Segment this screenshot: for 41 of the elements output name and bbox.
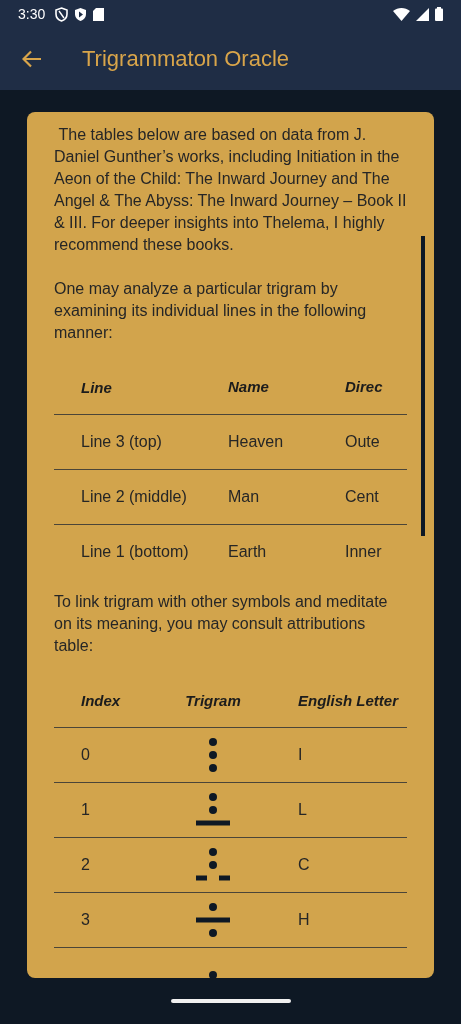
- play-shield-icon: [74, 6, 88, 22]
- trigram-icon: [196, 793, 230, 827]
- column-header: Direc: [345, 378, 383, 395]
- column-header: Name: [228, 378, 269, 395]
- scrollbar[interactable]: [421, 236, 425, 536]
- table-intro: To link trigram with other symbols and meditate on its meaning, you may consult attributions table:: [54, 592, 389, 656]
- intro-paragraph: The tables below are based on data from J. Daniel Gunther’s works, including Initiation in the Aeon of the Child: The Inward Journey and The Angel & The Abyss: The Inward Journey – Book II & III. For deeper insights into Thelema, I highly recommend these books.: [54, 125, 407, 255]
- table-cell: L: [298, 801, 307, 819]
- shield-icon: [55, 6, 69, 22]
- table-cell: Man: [228, 488, 260, 505]
- table-cell: 3: [81, 911, 90, 929]
- trigram-icon: [196, 903, 230, 937]
- intro-paragraph: One may analyze a particular trigram by examining its individual lines in the following manner:: [54, 279, 368, 343]
- table-cell: H: [298, 911, 310, 929]
- sd-card-icon: [93, 7, 105, 21]
- table-cell: 1: [81, 801, 90, 819]
- screen-title: Trigrammaton Oracle: [82, 46, 289, 72]
- table-cell: Line 1 (bottom): [81, 543, 189, 561]
- table-cell: Line 3 (top): [81, 433, 162, 451]
- column-header: Line: [81, 378, 112, 396]
- trigram-icon: [196, 848, 230, 882]
- column-header: Index: [81, 691, 121, 709]
- column-header: English Letter: [298, 691, 398, 709]
- trigram-icon: [209, 971, 217, 978]
- signal-icon: [416, 7, 429, 21]
- home-indicator[interactable]: [170, 999, 291, 1003]
- status-time: 3:30: [18, 6, 46, 22]
- table-cell: 0: [81, 746, 90, 764]
- wifi-icon: [393, 7, 410, 21]
- table-cell: I: [298, 746, 303, 764]
- table-cell: Earth: [228, 543, 267, 560]
- column-header: Trigram: [185, 691, 241, 709]
- table-cell: Oute: [345, 433, 380, 450]
- table-cell: Line 2 (middle): [81, 488, 187, 506]
- trigram-icon: [209, 738, 217, 772]
- table-cell: Heaven: [228, 433, 284, 450]
- table-cell: Inner: [345, 543, 382, 560]
- battery-icon: [435, 7, 443, 21]
- table-cell: Cent: [345, 488, 379, 505]
- table-cell: C: [298, 856, 310, 874]
- table-cell: 2: [81, 856, 90, 874]
